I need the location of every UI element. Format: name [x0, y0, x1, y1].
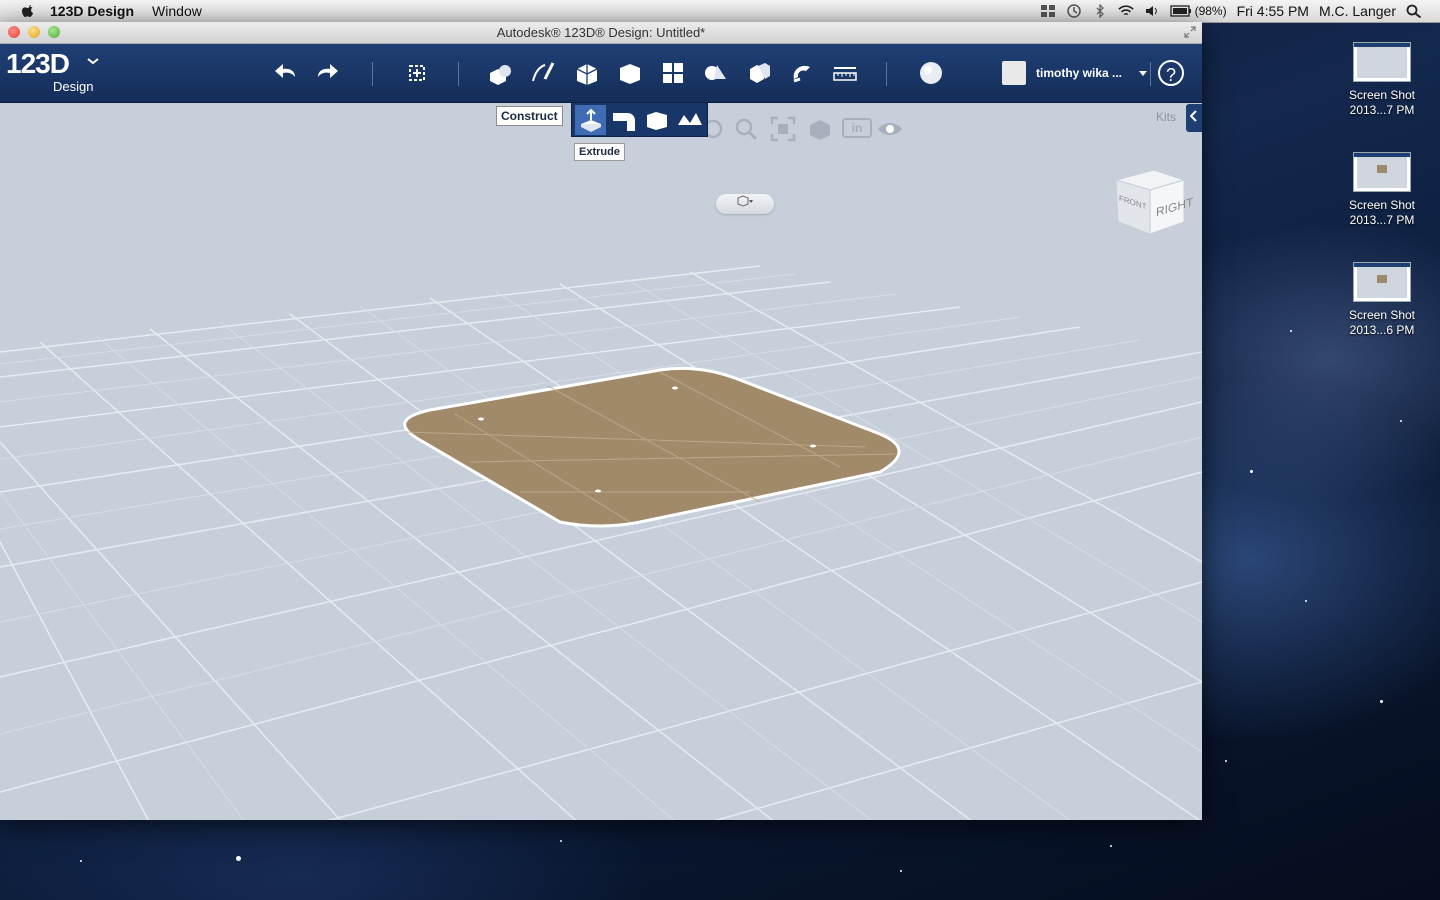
measure-icon [833, 67, 857, 81]
sweep-icon [612, 112, 635, 131]
view-cube[interactable]: FRONT RIGHT [1110, 166, 1193, 247]
desktop-icon-screenshot-3[interactable]: Screen Shot 2013...6 PM [1336, 262, 1428, 338]
battery-status[interactable]: (98%) [1169, 4, 1227, 18]
transform-button[interactable] [402, 58, 432, 88]
modify-button[interactable] [615, 58, 645, 88]
menu-bar: 123D Design Window (98%) Fri 4:55 PM M.C… [0, 0, 1440, 23]
units-button[interactable]: in [842, 118, 872, 138]
pattern-icon [663, 63, 683, 83]
wifi-icon[interactable] [1117, 4, 1134, 18]
fullscreen-icon[interactable] [1184, 26, 1196, 38]
material-sphere-icon [920, 62, 942, 84]
app-window: Autodesk® 123D® Design: Untitled* 123D D… [0, 22, 1202, 820]
redo-button[interactable] [313, 58, 343, 88]
kits-panel-toggle[interactable] [1186, 104, 1202, 132]
screenshot-thumbnail [1353, 262, 1411, 302]
window-title: Autodesk® 123D® Design: Untitled* [496, 25, 706, 40]
transform-icon [409, 65, 425, 81]
zoom-button[interactable] [48, 26, 60, 38]
construct-menu-label: Construct [496, 106, 563, 126]
loft-icon [677, 112, 702, 125]
construct-button[interactable] [572, 58, 602, 88]
desktop-icon-label: Screen Shot [1348, 88, 1416, 102]
chevron-left-icon [1189, 110, 1197, 122]
zoom-icon[interactable] [733, 116, 759, 142]
desktop-icon-label: Screen Shot [1348, 308, 1416, 322]
kits-label[interactable]: Kits [1156, 110, 1176, 124]
toolbar-separator [1150, 62, 1151, 86]
construct-flyout [571, 102, 708, 137]
visibility-icon[interactable] [877, 116, 903, 142]
user-account[interactable]: timothy wika ... [1002, 60, 1148, 86]
measure-button[interactable] [830, 58, 860, 88]
grouping-icon [705, 65, 726, 80]
clock[interactable]: Fri 4:55 PM [1237, 3, 1309, 19]
app-logo[interactable]: 123D Design [6, 48, 99, 94]
battery-icon [1169, 5, 1191, 17]
combine-button[interactable] [744, 58, 774, 88]
extrude-tooltip: Extrude [574, 143, 625, 161]
volume-icon[interactable] [1144, 4, 1160, 18]
desktop-icon-label: 2013...6 PM [1349, 323, 1415, 337]
desktop-icon-screenshot-2[interactable]: Screen Shot 2013...7 PM [1336, 152, 1428, 228]
spotlight-search-icon[interactable] [1406, 4, 1422, 18]
dropdown-arrow-icon[interactable] [1138, 69, 1148, 77]
snap-icon [793, 65, 810, 83]
desktop-icon-screenshot-1[interactable]: Screen Shot 2013...7 PM [1336, 42, 1428, 118]
avatar [1002, 61, 1026, 85]
logo-text: 123D [6, 48, 70, 79]
grouping-button[interactable] [701, 58, 731, 88]
time-machine-icon[interactable] [1066, 4, 1082, 18]
desktop-icon-label: 2013...7 PM [1349, 213, 1415, 227]
undo-button[interactable] [270, 58, 300, 88]
status-area: (98%) Fri 4:55 PM M.C. Langer [1040, 0, 1440, 22]
toolbar-separator [372, 62, 373, 86]
help-button[interactable]: ? [1158, 60, 1184, 86]
logo-subtext: Design [53, 79, 94, 94]
material-button[interactable] [916, 58, 946, 88]
sketch-icon [532, 62, 555, 82]
primitives-icon [490, 65, 511, 85]
primitives-button[interactable] [485, 58, 515, 88]
ground-grid [0, 265, 1202, 820]
pattern-button[interactable] [658, 58, 688, 88]
chevron-down-icon [87, 58, 99, 65]
snap-button[interactable] [787, 58, 817, 88]
spaces-icon[interactable] [1040, 4, 1056, 18]
settings-cube-icon [737, 195, 753, 207]
window-menu[interactable]: Window [152, 3, 202, 19]
redo-icon [318, 64, 338, 78]
smart-widget[interactable] [716, 194, 774, 214]
user-menu[interactable]: M.C. Langer [1319, 3, 1396, 19]
extrude-icon [580, 108, 601, 132]
revolve-icon [646, 111, 667, 130]
extrude-button[interactable] [575, 104, 606, 135]
apple-icon[interactable] [20, 3, 36, 19]
app-menu[interactable]: 123D Design [50, 3, 134, 19]
loft-button[interactable] [674, 105, 705, 135]
bluetooth-icon[interactable] [1092, 4, 1108, 18]
desktop-icon-label: Screen Shot [1348, 198, 1416, 212]
3d-viewport[interactable] [0, 103, 1202, 820]
sweep-button[interactable] [608, 105, 639, 135]
battery-percent: (98%) [1194, 4, 1227, 18]
main-toolbar: 123D Design timothy wika ... ? [0, 44, 1202, 103]
title-bar[interactable]: Autodesk® 123D® Design: Untitled* [0, 22, 1202, 44]
construct-icon [576, 64, 598, 85]
toolbar-separator [886, 62, 887, 86]
combine-icon [750, 63, 770, 83]
minimize-button[interactable] [28, 26, 40, 38]
screenshot-thumbnail [1353, 152, 1411, 192]
toolbar-separator [458, 62, 459, 86]
revolve-button[interactable] [641, 105, 672, 135]
screenshot-thumbnail [1353, 42, 1411, 82]
modify-icon [620, 64, 640, 84]
view-style-icon[interactable] [807, 116, 833, 142]
fit-view-icon[interactable] [770, 116, 796, 142]
sketch-button[interactable] [528, 58, 558, 88]
close-button[interactable] [8, 26, 20, 38]
username: timothy wika ... [1036, 66, 1123, 80]
undo-icon [275, 64, 295, 78]
desktop-icon-label: 2013...7 PM [1349, 103, 1415, 117]
